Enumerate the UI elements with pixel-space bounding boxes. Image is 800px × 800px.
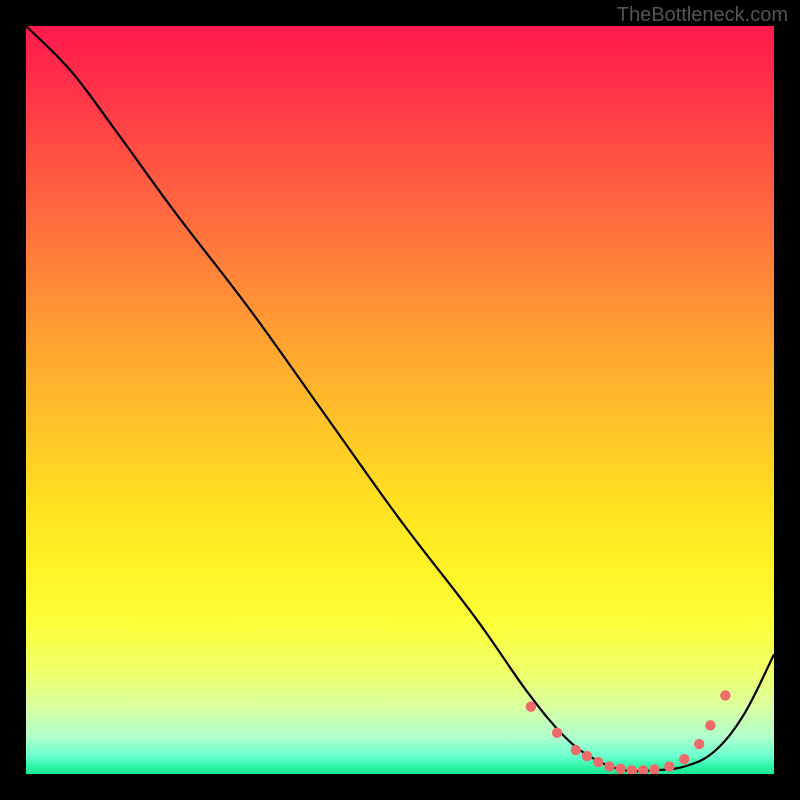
marker-dot xyxy=(694,739,704,749)
marker-dot xyxy=(571,745,581,755)
marker-dot xyxy=(552,728,562,738)
marker-dot xyxy=(604,761,614,771)
marker-dot xyxy=(705,720,715,730)
marker-dot xyxy=(679,754,689,764)
marker-dot xyxy=(627,765,637,774)
watermark-text: TheBottleneck.com xyxy=(617,4,788,27)
chart-svg xyxy=(26,26,774,774)
marker-dot xyxy=(593,757,603,767)
marker-dot xyxy=(526,701,536,711)
bottleneck-curve-line xyxy=(26,26,774,771)
marker-dot xyxy=(720,690,730,700)
marker-dot xyxy=(615,764,625,774)
chart-plot-area xyxy=(26,26,774,774)
marker-dot xyxy=(638,765,648,774)
marker-dot xyxy=(664,761,674,771)
marker-dot xyxy=(582,751,592,761)
marker-dot xyxy=(649,764,659,774)
